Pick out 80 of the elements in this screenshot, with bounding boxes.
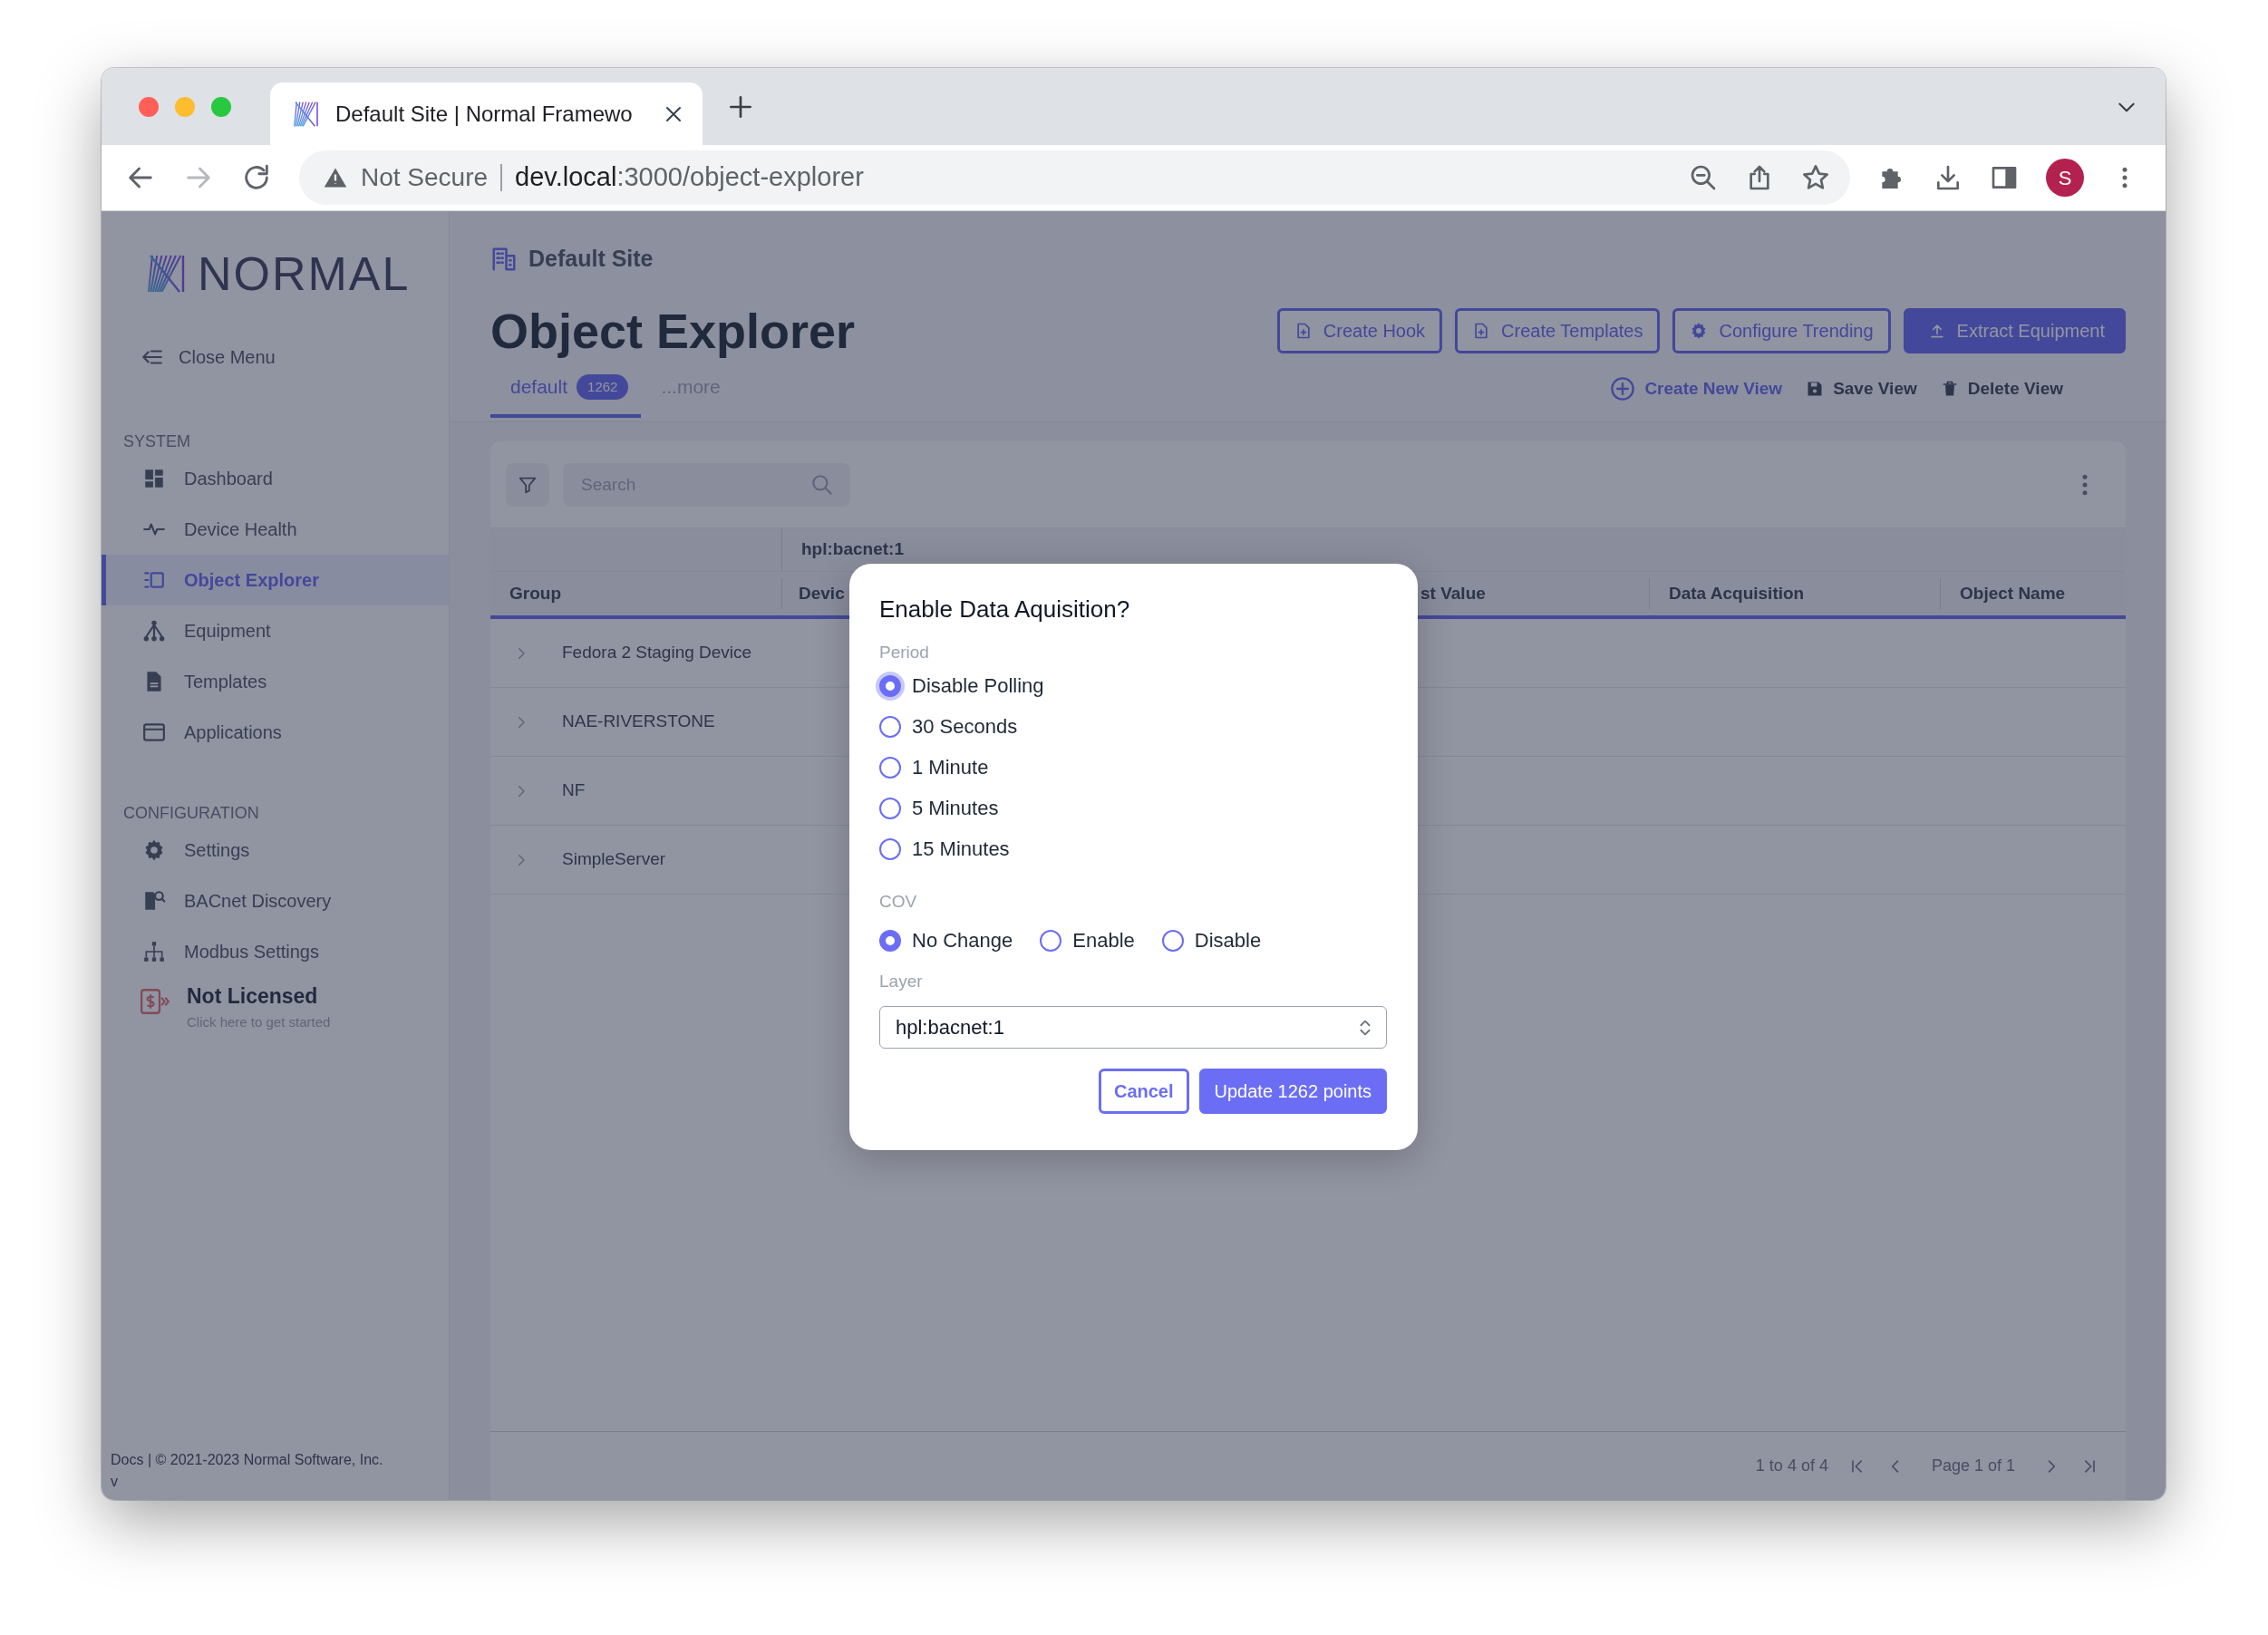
count-badge: 1262 [577,373,629,401]
footer-text: Docs | © 2021-2023 Normal Software, Inc. [111,1451,384,1469]
sidebar-item[interactable]: Settings [102,825,449,876]
radio-button[interactable] [879,674,901,697]
sidebar-item[interactable]: BACnet Discovery [102,876,449,926]
sidebar-item[interactable]: Modbus Settings [102,926,449,977]
layer-select[interactable]: hpl:bacnet:1 [879,1006,1387,1049]
sidebar-item[interactable]: Dashboard [102,453,449,504]
address-divider [500,164,503,191]
column-header[interactable]: Object Name [1940,578,2126,609]
table-cell-text: NF [562,779,586,802]
window-icon [142,721,166,744]
update-button[interactable]: Update 1262 points [1198,1069,1387,1114]
option-label[interactable]: 30 Seconds [912,711,1018,741]
view-action-button[interactable]: Create New View [1610,375,1783,402]
page-range: 1 to 4 of 4 [1755,1456,1828,1476]
save-icon [1806,380,1825,398]
radio-button[interactable] [879,837,901,860]
building-icon [490,246,518,273]
section-heading: CONFIGURATION [122,802,260,824]
site-logo-icon [292,99,321,129]
radio-button[interactable] [879,797,901,819]
sidebar-item[interactable]: Applications [102,707,449,758]
star-icon[interactable] [1801,163,1831,192]
tab-title: Default Site | Normal Framewo [335,100,634,128]
radio-button[interactable] [1040,929,1062,952]
browser-tab[interactable]: Default Site | Normal Framewo [270,82,703,145]
option-label[interactable]: No Change [912,925,1013,955]
option-label[interactable]: 5 Minutes [912,793,999,823]
dashboard-icon [142,467,166,490]
file-search-icon [142,889,166,913]
radio-button[interactable] [879,756,901,779]
radio-button[interactable] [1161,929,1184,952]
action-button[interactable]: Create Hook [1276,308,1443,353]
table-cell-text: Fedora 2 Staging Device [562,642,752,664]
hierarchy-icon [142,619,166,643]
filter-button[interactable] [506,462,549,507]
security-label[interactable]: Not Secure [361,159,489,197]
column-header[interactable]: Data Acquisition [1649,578,1940,609]
address-bar[interactable]: Not Secure dev.local:3000/object-explorer [299,150,1851,205]
option-label[interactable]: 15 Minutes [912,834,1010,864]
close-menu-link[interactable]: Close Menu [102,339,276,375]
logo-text: NORMAL [198,250,411,297]
radio-button[interactable] [879,715,901,738]
plus-circle-icon [1610,376,1636,401]
sidebar-item[interactable]: Equipment [102,605,449,656]
field-label: Layer [879,970,923,992]
profile-avatar[interactable]: S [2046,159,2084,197]
table-cell-text: SimpleServer [562,848,666,871]
page-indicator: Page 1 of 1 [1931,1456,2015,1476]
url-text[interactable]: dev.local:3000/object-explorer [515,158,1677,198]
version-text: v [111,1473,119,1491]
option-label[interactable]: Disable [1194,925,1262,955]
sidebar-item[interactable]: Templates [102,656,449,707]
action-button[interactable]: Configure Trending [1672,308,1891,353]
sidebar-item[interactable]: Object Explorer [102,555,449,605]
column-header[interactable]: Group [490,572,781,615]
view-action-button[interactable]: Save View [1806,375,1917,402]
sidebar-item[interactable]: Device Health [102,504,449,555]
cancel-button[interactable]: Cancel [1098,1069,1189,1114]
action-button[interactable]: Create Templates [1455,308,1661,353]
view-tab[interactable]: default 1262 [490,360,642,418]
column-header[interactable]: st Value [1418,572,1649,615]
option-label[interactable]: Disable Polling [912,671,1044,701]
action-button[interactable]: Extract Equipment [1903,308,2126,353]
dialog-title: Enable Data Aquisition? [879,595,1130,624]
sitemap-icon [142,940,166,963]
radio-button[interactable] [879,929,901,952]
section-heading: SYSTEM [122,431,191,452]
option-label[interactable]: 1 Minute [912,752,989,782]
search-icon [810,472,834,497]
license-title[interactable]: Not Licensed [187,981,331,1012]
field-label: Period [879,641,929,663]
option-label[interactable]: Enable [1072,925,1135,955]
table-cell-text: NAE-RIVERSTONE [562,711,715,733]
close-window-button[interactable] [139,96,159,117]
dollar-icon [140,986,170,1017]
view-action-button[interactable]: Delete View [1940,375,2063,402]
field-label: COV [879,890,917,913]
breadcrumb[interactable]: Default Site [528,242,654,276]
